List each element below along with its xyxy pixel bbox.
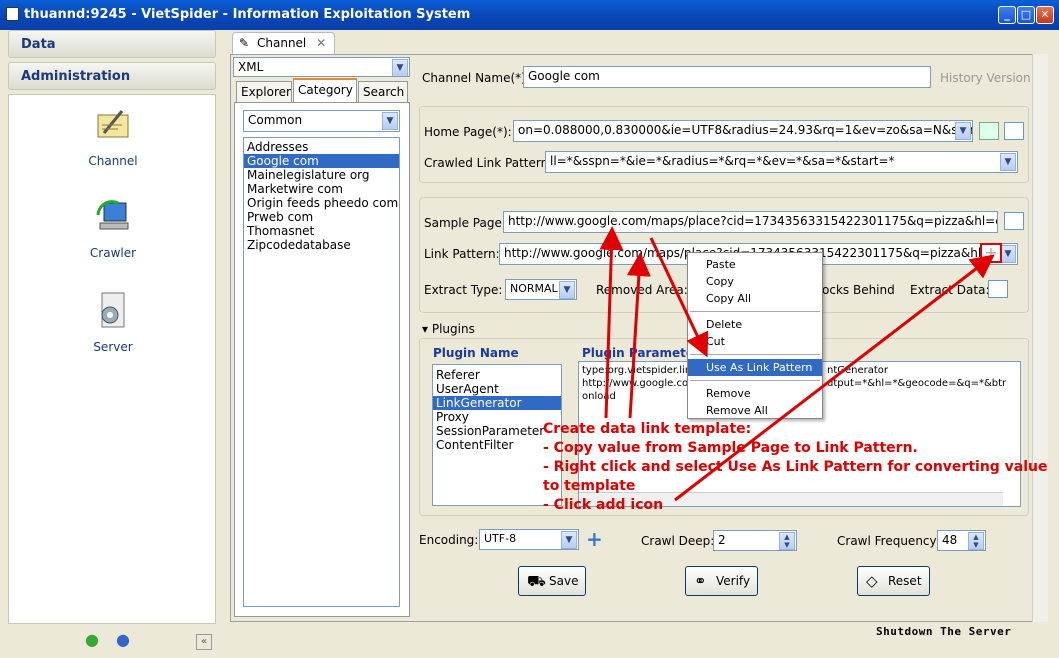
arrow-to-add-icon bbox=[674, 254, 995, 502]
arrow-to-link-pattern bbox=[626, 252, 651, 419]
arrow-to-menu-item bbox=[649, 237, 709, 358]
annotation-arrows bbox=[599, 226, 995, 502]
arrow-to-sample-page bbox=[599, 226, 624, 419]
